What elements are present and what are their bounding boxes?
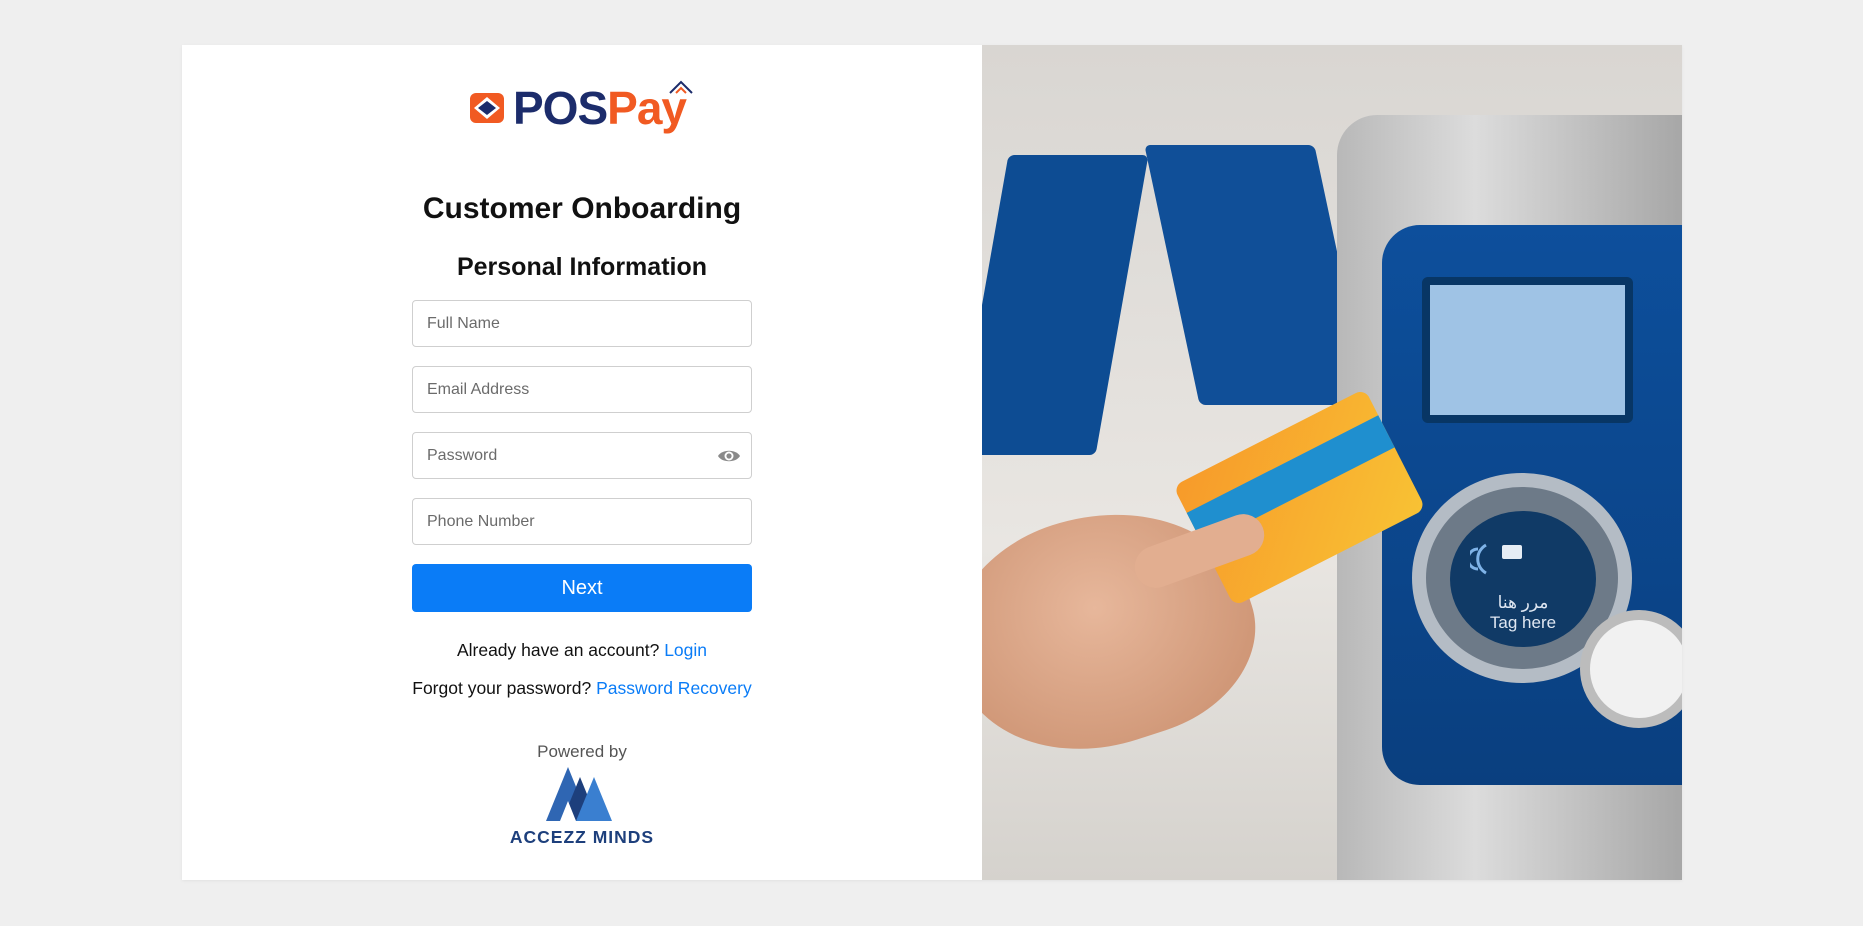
card-reader-pad: مرر هنا Tag here (1450, 511, 1596, 647)
company-name: ACCEZZ MINDS (509, 827, 655, 847)
password-field[interactable] (412, 432, 752, 479)
recovery-prompt: Forgot your password? Password Recovery (182, 678, 982, 699)
accezz-minds-logo: ACCEZZ MINDS (504, 763, 660, 853)
pospay-logo: POSPay (468, 79, 698, 139)
login-prompt: Already have an account? Login (182, 640, 982, 661)
full-name-input[interactable] (413, 301, 751, 346)
next-button[interactable]: Next (412, 564, 752, 612)
turnstile-gate-right (1144, 145, 1370, 405)
section-title: Personal Information (456, 253, 708, 281)
login-link[interactable]: Login (664, 640, 707, 660)
turnstile-gate-left (982, 155, 1149, 455)
password-recovery-link[interactable]: Password Recovery (596, 678, 752, 698)
pospay-wordmark: POSPay (513, 82, 687, 134)
password-input[interactable] (413, 433, 751, 478)
reader-label-arabic: مرر هنا (1497, 593, 1549, 612)
phone-input[interactable] (413, 499, 751, 544)
page-title: Customer Onboarding (422, 192, 742, 225)
hero-photo: مرر هنا Tag here (982, 45, 1682, 880)
full-name-field[interactable] (412, 300, 752, 347)
contactless-icon (1470, 543, 1522, 575)
reader-label-english: Tag here (1489, 613, 1557, 632)
reader-label: مرر هنا Tag here (1450, 593, 1596, 633)
email-field[interactable] (412, 366, 752, 413)
eye-icon[interactable] (717, 446, 741, 466)
reader-screen (1422, 277, 1633, 423)
powered-by-label: Powered by (537, 742, 627, 761)
email-input[interactable] (413, 367, 751, 412)
login-prompt-text: Already have an account? (456, 640, 660, 660)
form-panel: POSPay Customer Onboarding Personal Info… (182, 45, 982, 880)
pospay-logo-mark (470, 93, 504, 123)
onboarding-card: POSPay Customer Onboarding Personal Info… (182, 45, 1682, 880)
recovery-prompt-text: Forgot your password? (412, 678, 592, 698)
phone-field[interactable] (412, 498, 752, 545)
roof-icon (669, 80, 693, 94)
accezz-minds-mark (546, 767, 612, 821)
